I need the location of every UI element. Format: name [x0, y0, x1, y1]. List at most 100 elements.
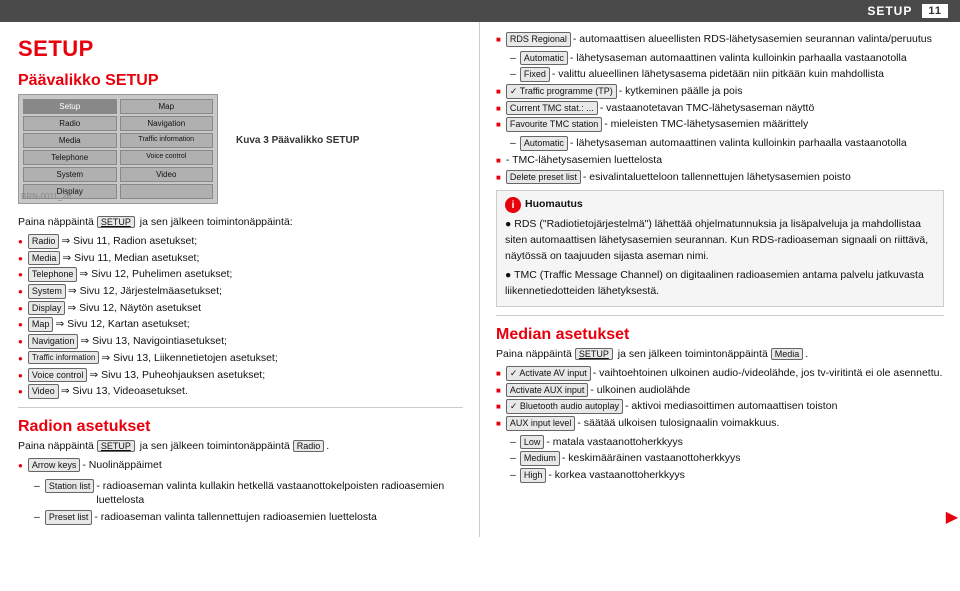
screen-btn-empty [120, 184, 214, 199]
badge-preset-list: Preset list [45, 510, 93, 525]
badge-delete-preset: Delete preset list [506, 170, 581, 185]
media-section-title: Median asetukset [496, 326, 944, 344]
screenshot-wrapper: Setup Map Radio Navigation Media Traffic… [18, 94, 463, 210]
note-title: Huomautus [525, 197, 583, 213]
fav-tmc-item: Favourite TMC station - mieleisten TMC-l… [496, 117, 944, 132]
bt-autoplay-item: ✓ Bluetooth audio autoplay - aktivoi med… [496, 399, 944, 414]
sub-list-item: Station list - radioaseman valinta kulla… [34, 479, 463, 508]
list-item: Telephone ⇒ Sivu 12, Puhelimen asetukset… [18, 267, 463, 282]
badge-display: Display [28, 301, 66, 316]
badge-tp: ✓ Traffic programme (TP) [506, 84, 617, 99]
badge-rds-regional: RDS Regional [506, 32, 571, 47]
radio-sub-list: Station list - radioaseman valinta kulla… [34, 479, 463, 525]
brn-label: BRN-0011_20 [21, 192, 71, 201]
badge-aux-level: AUX input level [506, 416, 576, 431]
screenshot-image: Setup Map Radio Navigation Media Traffic… [18, 94, 218, 204]
rds-more-list: ✓ Traffic programme (TP) - kytkeminen pä… [496, 84, 944, 132]
badge-high: High [520, 468, 547, 483]
sub-list-item: Preset list - radioaseman valinta tallen… [34, 510, 463, 525]
rds-regional-item: RDS Regional - automaattisen alueelliste… [496, 32, 944, 47]
note-icon: i [505, 197, 521, 213]
tp-item: ✓ Traffic programme (TP) - kytkeminen pä… [496, 84, 944, 99]
radio-intro: Paina näppäintä SETUP ja sen jälkeen toi… [18, 440, 463, 452]
list-item: System ⇒ Sivu 12, Järjestelmäasetukset; [18, 284, 463, 299]
fav-sub-list: Automatic - lähetysaseman automaattinen … [510, 136, 944, 151]
list-item: Map ⇒ Sivu 12, Kartan asetukset; [18, 317, 463, 332]
list-item: Video ⇒ Sivu 13, Videoasetukset. [18, 384, 463, 399]
badge-video: Video [28, 384, 59, 399]
note-box: i Huomautus ● RDS ("Radiotietojärjestelm… [496, 190, 944, 307]
tmc-stat-item: Current TMC stat.: ... - vastaanotetavan… [496, 101, 944, 116]
screen-btn-system: System [23, 167, 117, 182]
tmc-list-items: - TMC-lähetysasemien luettelosta Delete … [496, 153, 944, 184]
badge-station-list: Station list [45, 479, 95, 494]
badge-aux-input: Activate AUX input [506, 383, 589, 398]
header-bar: SETUP 11 [0, 0, 960, 22]
screen-btn-radio: Radio [23, 116, 117, 131]
list-item: Voice control ⇒ Sivu 13, Puheohjauksen a… [18, 368, 463, 383]
badge-telephone: Telephone [28, 267, 78, 282]
badge-av-input: ✓ Activate AV input [506, 366, 591, 381]
badge-traffic-info: Traffic information [28, 351, 100, 364]
list-item: Traffic information ⇒ Sivu 13, Liikennet… [18, 351, 463, 366]
page-number: 11 [922, 4, 948, 18]
badge-map: Map [28, 317, 54, 332]
aux-level-item: AUX input level - säätää ulkoisen tulosi… [496, 416, 944, 431]
header-title: SETUP [867, 4, 912, 18]
badge-fixed: Fixed [520, 67, 550, 82]
sub-item: Automatic - lähetysaseman automaattinen … [510, 51, 944, 66]
screen-btn-voice: Voice control [120, 150, 214, 165]
screen-btn-navigation: Navigation [120, 116, 214, 131]
screen-btn-map: Map [120, 99, 214, 114]
section2-title: Radion asetukset [18, 418, 463, 436]
right-divider [496, 315, 944, 316]
rds-sub-list: Automatic - lähetysaseman automaattinen … [510, 51, 944, 82]
tmc-list-item: - TMC-lähetysasemien luettelosta [496, 153, 944, 168]
list-item: Radio ⇒ Sivu 11, Radion asetukset; [18, 234, 463, 249]
list-item: Media ⇒ Sivu 11, Median asetukset; [18, 251, 463, 266]
badge-medium: Medium [520, 451, 560, 466]
note-header: i Huomautus [505, 197, 935, 213]
badge-low: Low [520, 435, 545, 450]
rds-items-list: RDS Regional - automaattisen alueelliste… [496, 32, 944, 47]
badge-media: Media [28, 251, 61, 266]
note-text2: ● TMC (Traffic Message Channel) on digit… [505, 268, 935, 300]
screen-btn-media: Media [23, 133, 117, 148]
screen-btn-telephone: Telephone [23, 150, 117, 165]
badge-tmc-stat: Current TMC stat.: ... [506, 101, 598, 116]
badge-bt-autoplay: ✓ Bluetooth audio autoplay [506, 399, 623, 414]
divider1 [18, 407, 463, 408]
menu-items-list: Radio ⇒ Sivu 11, Radion asetukset; Media… [18, 234, 463, 399]
medium-item: Medium - keskimääräinen vastaanottoherkk… [510, 451, 944, 466]
setup-badge-media: SETUP [575, 348, 613, 360]
badge-arrow-keys: Arrow keys [28, 458, 81, 473]
sub-item: Automatic - lähetysaseman automaattinen … [510, 136, 944, 151]
high-item: High - korkea vastaanottoherkkyys [510, 468, 944, 483]
list-item: Display ⇒ Sivu 12, Näytön asetukset [18, 301, 463, 316]
badge-radio: Radio [28, 234, 60, 249]
list-item: Navigation ⇒ Sivu 13, Navigointiasetukse… [18, 334, 463, 349]
badge-fav-tmc: Favourite TMC station [506, 117, 602, 132]
section1-title: Päävalikko SETUP [18, 72, 463, 90]
media-intro: Paina näppäintä SETUP ja sen jälkeen toi… [496, 348, 944, 360]
next-page-arrow[interactable]: ▶ [946, 507, 958, 527]
screen-btn-setup: Setup [23, 99, 117, 114]
badge-navigation: Navigation [28, 334, 79, 349]
aux-input-item: Activate AUX input - ulkoinen audiolähde [496, 383, 944, 398]
radio-badge: Radio [293, 440, 325, 452]
sub-item: Fixed - valittu alueellinen lähetysasema… [510, 67, 944, 82]
screen-btn-traffic: Traffic information [120, 133, 214, 148]
delete-preset-item: Delete preset list - esivalintaluetteloo… [496, 170, 944, 185]
setup-badge-intro: SETUP [97, 216, 135, 228]
aux-level-sub-list: Low - matala vastaanottoherkkyys Medium … [510, 435, 944, 483]
badge-automatic1: Automatic [520, 51, 568, 66]
right-column: RDS Regional - automaattisen alueelliste… [480, 22, 960, 537]
badge-automatic2: Automatic [520, 136, 568, 151]
left-column: SETUP Päävalikko SETUP Setup Map Radio N… [0, 22, 480, 537]
screen-btn-video: Video [120, 167, 214, 182]
note-text1: ● RDS ("Radiotietojärjestelmä") lähettää… [505, 217, 935, 264]
av-input-item: ✓ Activate AV input - vaihtoehtoinen ulk… [496, 366, 944, 381]
media-badge: Media [771, 348, 804, 360]
page-title: SETUP [18, 36, 463, 62]
media-items-list: ✓ Activate AV input - vaihtoehtoinen ulk… [496, 366, 944, 431]
